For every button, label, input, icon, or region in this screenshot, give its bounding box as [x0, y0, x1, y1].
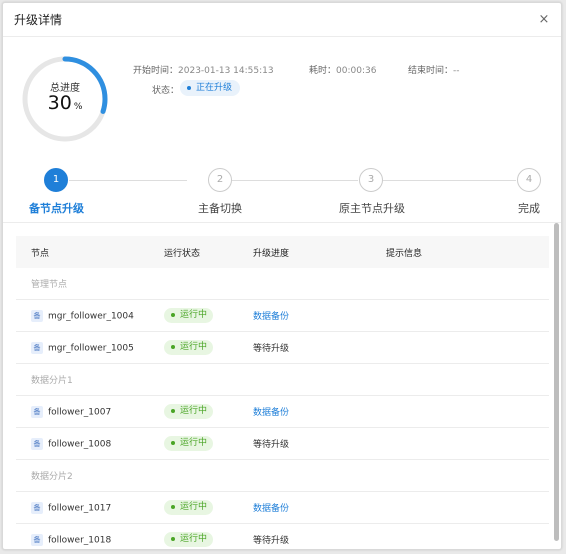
close-icon[interactable]: × [537, 13, 551, 27]
run-status-badge: 运行中 [164, 340, 214, 355]
start-time-value: 2023-01-13 14:55:13 [178, 66, 274, 76]
run-status-cell: 运行中 [164, 436, 214, 451]
table-row: 备 mgr_follower_1005 运行中 等待升级 [16, 332, 549, 364]
progress-text: 等待升级 [253, 344, 290, 354]
node-name: follower_1018 [48, 535, 112, 545]
standby-node-icon: 备 [31, 501, 43, 514]
header-node: 节点 [31, 248, 50, 259]
total-progress-ring: 总进度 30% [20, 54, 110, 144]
progress-text: 等待升级 [253, 440, 290, 450]
standby-node-icon: 备 [31, 405, 43, 418]
node-cell: 备 mgr_follower_1005 [31, 341, 134, 354]
run-status-badge: 运行中 [164, 436, 214, 451]
node-name: follower_1007 [48, 407, 112, 417]
group-name: 数据分片2 [31, 472, 73, 482]
standby-node-icon: 备 [31, 437, 43, 450]
progress-link[interactable]: 数据备份 [253, 405, 289, 418]
progress-unit: % [73, 102, 83, 112]
header-hint: 提示信息 [386, 248, 423, 259]
header-run-status: 运行状态 [164, 248, 201, 259]
run-status-badge: 运行中 [164, 532, 214, 547]
progress-link[interactable]: 数据备份 [253, 501, 289, 514]
summary-section: 总进度 30% 开始时间：2023-01-13 14:55:13 耗时：00:0… [3, 37, 561, 155]
dialog-title: 升级详情 [14, 13, 63, 27]
elapsed-value: 00:00:36 [336, 66, 377, 76]
group-name: 数据分片1 [31, 376, 73, 386]
step-connector [382, 180, 516, 181]
status-label: 状态： [152, 86, 180, 96]
run-status-cell: 运行中 [164, 308, 214, 323]
elapsed-time: 耗时：00:00:36 [309, 63, 376, 76]
group-row: 数据分片2 [16, 460, 549, 492]
node-name: follower_1017 [48, 503, 112, 513]
end-time-value: -- [453, 66, 460, 76]
upgrade-detail-dialog: 升级详情 × 总进度 30% 开始时间：2023-01-13 14:55:13 … [2, 2, 562, 550]
step-2-label: 主备切换 [198, 202, 242, 215]
start-time: 开始时间：2023-01-13 14:55:13 [133, 63, 274, 76]
node-name: mgr_follower_1005 [48, 343, 134, 353]
run-status-badge: 运行中 [164, 308, 214, 323]
table-header: 节点 运行状态 升级进度 提示信息 [16, 236, 549, 268]
step-4-circle: 4 [517, 168, 541, 192]
node-table: 节点 运行状态 升级进度 提示信息 管理节点备 mgr_follower_1004… [16, 236, 549, 549]
step-4-label: 完成 [518, 202, 540, 215]
step-1-label: 备节点升级 [29, 202, 84, 215]
table-body: 管理节点备 mgr_follower_1004 运行中 数据备份备 mgr_follow… [16, 268, 549, 549]
node-cell: 备 mgr_follower_1004 [31, 309, 134, 322]
run-status-cell: 运行中 [164, 500, 214, 515]
step-1-circle: 1 [44, 168, 68, 192]
node-cell: 备 follower_1007 [31, 405, 112, 418]
table-row: 备 mgr_follower_1004 运行中 数据备份 [16, 300, 549, 332]
scrollbar[interactable] [554, 223, 559, 541]
table-row: 备 follower_1017 运行中 数据备份 [16, 492, 549, 524]
standby-node-icon: 备 [31, 341, 43, 354]
standby-node-icon: 备 [31, 533, 43, 546]
step-3-label: 原主节点升级 [339, 202, 405, 215]
header-upgrade-progress: 升级进度 [253, 248, 290, 259]
table-row: 备 follower_1007 运行中 数据备份 [16, 396, 549, 428]
status-badge: 正在升级 [180, 80, 241, 96]
end-time: 结束时间：-- [408, 63, 460, 76]
run-status-cell: 运行中 [164, 404, 214, 419]
step-3-circle: 3 [359, 168, 383, 192]
progress-link[interactable]: 数据备份 [253, 309, 289, 322]
standby-node-icon: 备 [31, 309, 43, 322]
progress-text: 等待升级 [253, 536, 290, 546]
node-cell: 备 follower_1017 [31, 501, 112, 514]
progress-value: 30 [47, 92, 72, 114]
step-2-circle: 2 [208, 168, 232, 192]
table-row: 备 follower_1018 运行中 等待升级 [16, 524, 549, 549]
node-name: follower_1008 [48, 439, 112, 449]
run-status-badge: 运行中 [164, 500, 214, 515]
start-time-label: 开始时间： [133, 66, 179, 76]
end-time-label: 结束时间： [408, 66, 454, 76]
group-row: 数据分片1 [16, 364, 549, 396]
group-name: 管理节点 [31, 280, 68, 290]
dialog-header: 升级详情 × [3, 3, 561, 37]
upgrade-steps: 1 2 3 4 备节点升级 主备切换 原主节点升级 完成 [3, 155, 561, 223]
step-connector [69, 180, 187, 181]
run-status-badge: 运行中 [164, 404, 214, 419]
step-connector [232, 180, 358, 181]
run-status-cell: 运行中 [164, 532, 214, 547]
group-row: 管理节点 [16, 268, 549, 300]
table-row: 备 follower_1008 运行中 等待升级 [16, 428, 549, 460]
progress-percent: 30% [20, 92, 110, 114]
run-status-cell: 运行中 [164, 340, 214, 355]
node-cell: 备 follower_1008 [31, 437, 112, 450]
node-cell: 备 follower_1018 [31, 533, 112, 546]
elapsed-label: 耗时： [309, 66, 337, 76]
node-name: mgr_follower_1004 [48, 311, 134, 321]
